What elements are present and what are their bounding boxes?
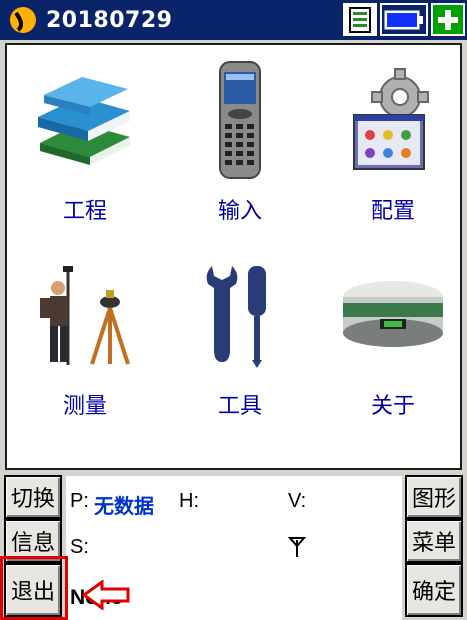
menu-item-input[interactable]: 输入 bbox=[170, 55, 310, 225]
h-label: H: bbox=[179, 490, 199, 512]
switch-button[interactable]: 切换 bbox=[4, 475, 62, 519]
gnss-receiver-icon bbox=[343, 281, 443, 347]
surveyor-tripod-icon bbox=[40, 266, 130, 365]
menu-button[interactable]: 菜单 bbox=[405, 519, 463, 563]
main-menu-panel: 工程 输入 配置 测量 工具 关于 bbox=[5, 43, 462, 470]
v-label: V: bbox=[288, 490, 307, 512]
books-icon bbox=[38, 77, 130, 165]
antenna-icon bbox=[288, 537, 306, 557]
pointer-arrow-icon bbox=[82, 580, 130, 610]
battery-icon[interactable] bbox=[380, 3, 428, 36]
menu-item-project[interactable]: 工程 bbox=[15, 55, 155, 225]
graph-button[interactable]: 图形 bbox=[405, 475, 463, 519]
gear-settings-icon bbox=[353, 68, 429, 170]
plus-icon[interactable] bbox=[431, 3, 465, 36]
handheld-device-icon bbox=[219, 60, 261, 179]
confirm-button[interactable]: 确定 bbox=[405, 563, 463, 617]
window-title: 20180729 bbox=[46, 7, 173, 33]
p-label: P: bbox=[70, 490, 89, 512]
wrench-screwdriver-icon bbox=[206, 266, 266, 368]
menu-item-config[interactable]: 配置 bbox=[323, 55, 463, 225]
exit-button[interactable]: 退出 bbox=[4, 563, 62, 617]
title-bar: 20180729 bbox=[0, 0, 467, 40]
s-label: S: bbox=[70, 536, 89, 558]
menu-label-input: 输入 bbox=[217, 199, 262, 224]
menu-label-tools: 工具 bbox=[217, 394, 262, 419]
menu-label-survey: 测量 bbox=[62, 394, 107, 419]
p-value: 无数据 bbox=[94, 496, 154, 518]
app-logo-icon[interactable] bbox=[8, 5, 38, 35]
menu-label-about: 关于 bbox=[370, 394, 415, 419]
status-icons bbox=[343, 3, 465, 36]
menu-item-survey[interactable]: 测量 bbox=[15, 250, 155, 420]
menu-item-tools[interactable]: 工具 bbox=[170, 250, 310, 420]
info-button[interactable]: 信息 bbox=[4, 519, 62, 563]
menu-label-project: 工程 bbox=[62, 199, 107, 224]
menu-item-about[interactable]: 关于 bbox=[323, 250, 463, 420]
menu-label-config: 配置 bbox=[370, 199, 415, 224]
document-icon[interactable] bbox=[343, 3, 377, 36]
